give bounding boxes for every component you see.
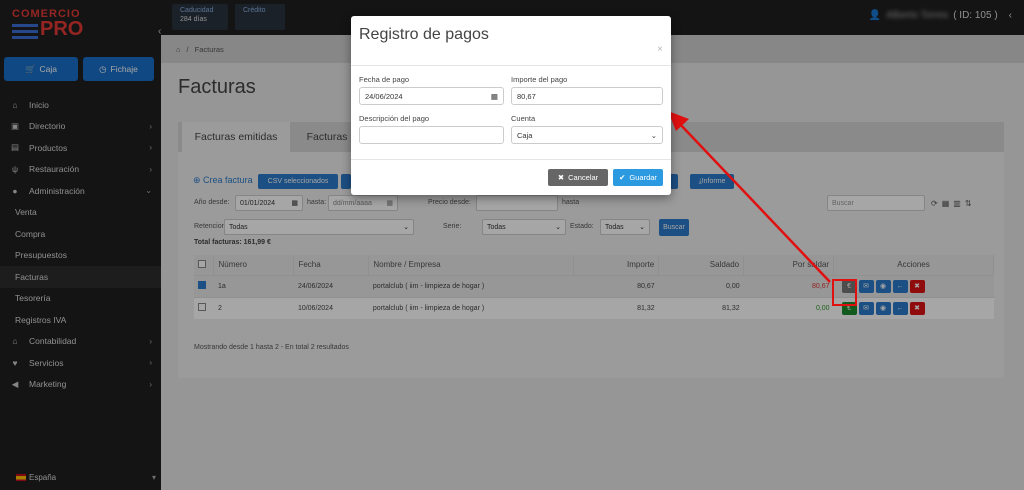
calendar-icon: ▦ bbox=[490, 91, 498, 101]
close-icon[interactable]: × bbox=[657, 44, 663, 55]
registro-pagos-modal: Registro de pagos × Fecha de pago 24/06/… bbox=[351, 16, 671, 195]
modal-title: Registro de pagos bbox=[359, 26, 489, 43]
cancelar-button[interactable]: ✖ Cancelar bbox=[548, 169, 608, 186]
check-icon: ✔ bbox=[619, 173, 626, 182]
importe-pago-input[interactable]: 80,67 bbox=[511, 87, 663, 105]
chevron-down-icon: ⌄ bbox=[650, 130, 657, 140]
fecha-pago-input[interactable]: 24/06/2024 ▦ bbox=[359, 87, 504, 105]
close-icon: ✖ bbox=[557, 173, 565, 182]
descripcion-pago-input[interactable] bbox=[359, 126, 504, 144]
guardar-button[interactable]: ✔ Guardar bbox=[613, 169, 663, 186]
cuenta-select[interactable]: Caja ⌄ bbox=[511, 126, 663, 144]
